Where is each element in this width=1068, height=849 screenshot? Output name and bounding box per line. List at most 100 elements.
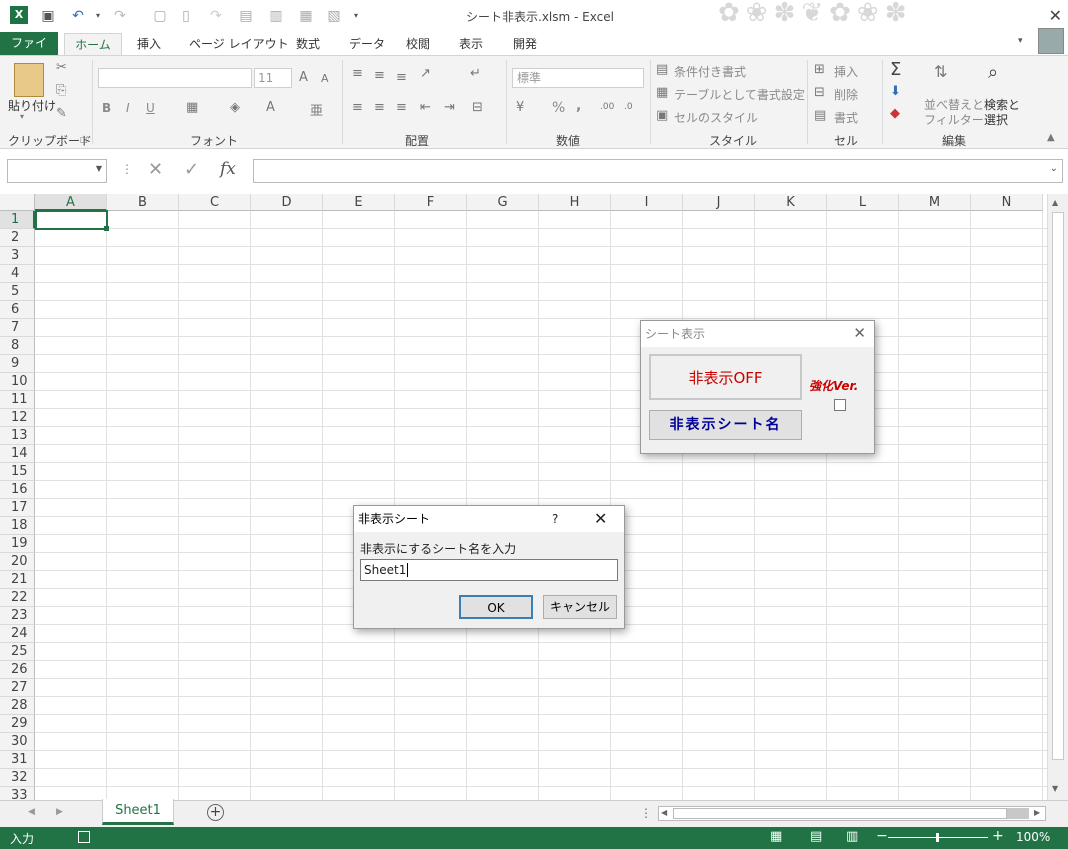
row-header[interactable]: 17 [0, 499, 35, 517]
number-format-select[interactable]: 標準 [512, 68, 644, 88]
column-header[interactable]: B [107, 194, 179, 211]
italic-button[interactable]: I [126, 101, 130, 115]
fill-handle[interactable] [104, 226, 109, 231]
phonetic-icon[interactable]: 亜 [310, 100, 323, 119]
macro-icon[interactable]: ▧ [324, 6, 344, 26]
column-header[interactable]: F [395, 194, 467, 211]
underline-button[interactable]: U [146, 101, 155, 115]
font-name-select[interactable] [98, 68, 252, 88]
horizontal-scroll-thumb[interactable] [673, 808, 1007, 819]
column-header[interactable]: I [611, 194, 683, 211]
row-header[interactable]: 10 [0, 373, 35, 391]
find-select-line2[interactable]: 選択 [984, 111, 1008, 128]
row-header[interactable]: 27 [0, 679, 35, 697]
tab-home[interactable]: ホーム [64, 33, 122, 56]
cell-style-icon[interactable]: ▣ [656, 108, 668, 123]
save-icon[interactable]: ▣ [38, 6, 58, 26]
name-box-dropdown-icon[interactable]: ▼ [96, 164, 102, 173]
column-header[interactable]: K [755, 194, 827, 211]
zoom-in-button[interactable]: + [992, 828, 1004, 844]
insert-function-button[interactable]: fx [220, 159, 236, 179]
tab-view[interactable]: 表示 [453, 33, 489, 56]
row-header[interactable]: 7 [0, 319, 35, 337]
input-dialog-close-icon[interactable]: ✕ [594, 509, 607, 528]
align-top-icon[interactable]: ≡ [352, 66, 363, 81]
worksheet-grid[interactable]: ABCDEFGHIJKLMN 1 2 3 4 5 6 7 8 9 10 11 12 13 14 15 16 17… [0, 194, 1047, 800]
zoom-out-button[interactable]: − [876, 828, 888, 844]
horizontal-scrollbar[interactable]: ◀ ▶ [658, 806, 1046, 821]
customize-qat-icon[interactable]: ▾ [346, 6, 366, 26]
select-all-corner[interactable] [0, 194, 35, 211]
page-break-view-icon[interactable]: ▥ [846, 829, 858, 844]
align-center-icon[interactable]: ≡ [374, 100, 385, 115]
ribbon-display-icon[interactable]: ▾ [1018, 36, 1023, 46]
column-header[interactable]: E [323, 194, 395, 211]
user-avatar[interactable] [1038, 28, 1064, 54]
row-header[interactable]: 21 [0, 571, 35, 589]
tab-page-layout[interactable]: ページ レイアウト [183, 33, 295, 56]
close-icon[interactable]: ✕ [1049, 6, 1062, 25]
merge-icon[interactable]: ⊟ [472, 100, 483, 115]
indent-increase-icon[interactable]: ⇥ [444, 100, 455, 115]
format-cells-icon[interactable]: ▤ [814, 108, 826, 123]
bold-button[interactable]: B [102, 101, 111, 115]
help-button[interactable]: ? [552, 512, 558, 526]
row-header[interactable]: 20 [0, 553, 35, 571]
format-cells-button[interactable]: 書式 [834, 109, 858, 126]
sheet-tab-sheet1[interactable]: Sheet1 [102, 799, 174, 825]
sort-filter-icon[interactable]: ⇅ [934, 62, 947, 81]
cut-icon[interactable]: ✂ [56, 60, 67, 75]
row-header[interactable]: 14 [0, 445, 35, 463]
row-header[interactable]: 1 [0, 211, 35, 229]
indent-decrease-icon[interactable]: ⇤ [420, 100, 431, 115]
paste-button[interactable]: 貼り付け [8, 97, 56, 114]
row-header[interactable]: 19 [0, 535, 35, 553]
conditional-format-button[interactable]: 条件付き書式 [674, 63, 746, 80]
scroll-left-icon[interactable]: ◀ [661, 808, 667, 817]
add-sheet-icon[interactable]: + [207, 804, 224, 821]
tab-developer[interactable]: 開発 [507, 33, 543, 56]
name-box[interactable]: ▼ [7, 159, 107, 183]
align-bottom-icon[interactable]: ≡ [396, 70, 407, 85]
copy-sheet-icon[interactable]: ▤ [236, 6, 256, 26]
row-header[interactable]: 18 [0, 517, 35, 535]
hidden-sheet-names-button[interactable]: 非表示シート名 [649, 410, 802, 440]
column-header[interactable]: C [179, 194, 251, 211]
sort-filter-line2[interactable]: フィルター [924, 111, 984, 128]
row-header[interactable]: 2 [0, 229, 35, 247]
font-color-icon[interactable]: A [266, 100, 275, 115]
column-header[interactable]: J [683, 194, 755, 211]
row-header[interactable]: 25 [0, 643, 35, 661]
row-header[interactable]: 6 [0, 301, 35, 319]
tab-file[interactable]: ファイル [0, 32, 58, 72]
scroll-right-icon[interactable]: ▶ [1034, 808, 1040, 817]
zoom-slider-thumb[interactable] [936, 833, 939, 842]
form-close-icon[interactable]: ✕ [853, 324, 866, 342]
undo-dropdown-icon[interactable]: ▾ [88, 6, 108, 26]
column-header[interactable]: G [467, 194, 539, 211]
format-painter-icon[interactable]: ✎ [56, 106, 67, 121]
row-header[interactable]: 28 [0, 697, 35, 715]
row-header[interactable]: 5 [0, 283, 35, 301]
column-header[interactable]: D [251, 194, 323, 211]
formula-input[interactable]: ⌄ [253, 159, 1063, 183]
page-layout-view-icon[interactable]: ▤ [810, 829, 822, 844]
grow-font-icon[interactable]: A [299, 70, 308, 85]
currency-icon[interactable]: ¥ [516, 100, 524, 115]
row-header[interactable]: 16 [0, 481, 35, 499]
cancel-button[interactable]: キャンセル [543, 595, 617, 619]
row-header[interactable]: 33 [0, 787, 35, 800]
autosum-icon[interactable]: Σ [890, 59, 901, 80]
cell-style-button[interactable]: セルのスタイル [674, 109, 758, 126]
row-header[interactable]: 29 [0, 715, 35, 733]
binoculars-icon[interactable]: ⌕ [988, 62, 998, 83]
decrease-decimal-icon[interactable]: .0 [624, 102, 633, 112]
scroll-up-icon[interactable]: ▲ [1052, 198, 1058, 207]
scroll-down-icon[interactable]: ▼ [1052, 784, 1058, 793]
paste-dropdown-icon[interactable]: ▾ [20, 112, 24, 121]
row-header[interactable]: 32 [0, 769, 35, 787]
next-sheet-icon[interactable]: ▶ [56, 807, 63, 817]
align-left-icon[interactable]: ≡ [352, 100, 363, 115]
redo-2-icon[interactable]: ↷ [206, 6, 226, 26]
vertical-scrollbar[interactable]: ▲ ▼ [1047, 194, 1068, 800]
